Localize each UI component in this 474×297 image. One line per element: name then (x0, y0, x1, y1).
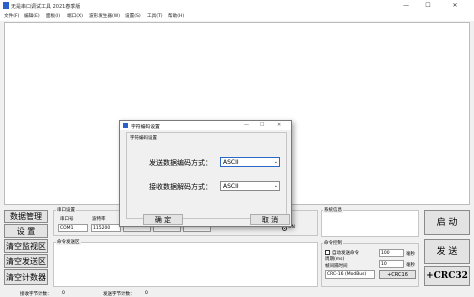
cycle-input[interactable]: 100 (379, 249, 404, 257)
clear-counter-button[interactable]: 清空计数器 (4, 269, 48, 285)
send-button[interactable]: 发 送 (424, 239, 470, 264)
recv-decoding-value: ASCII (223, 183, 239, 190)
crc16-button[interactable]: +CRC16 (379, 270, 416, 279)
menu-panel[interactable]: 面板(I) (46, 13, 60, 19)
menu-edit[interactable]: 编辑(E) (24, 13, 40, 19)
port-select[interactable]: COM1 (58, 224, 88, 232)
serial-settings-label: 串口设置 (56, 207, 76, 213)
send-count-label: 发送字节计数： (103, 292, 135, 297)
send-encoding-select[interactable]: ASCII ⌄ (220, 157, 280, 167)
cycle-value: 100 (381, 251, 390, 256)
recv-decoding-label: 接收数据解码方式： (149, 183, 212, 191)
menu-settings[interactable]: 设置(S) (125, 13, 141, 19)
baud-select[interactable]: 115200 (91, 224, 121, 232)
dialog-close-button[interactable]: ✕ (277, 122, 281, 128)
menu-port[interactable]: 端口(X) (67, 13, 83, 19)
close-button[interactable]: ✕ (440, 0, 470, 12)
window-title: 无是串口调试工具 2021春季版 (11, 4, 81, 10)
minimize-button[interactable]: — (396, 0, 416, 12)
crc32-button[interactable]: +CRC32 (424, 266, 470, 286)
maximize-button[interactable]: ☐ (418, 0, 438, 12)
send-encoding-value: ASCII (223, 159, 239, 166)
frame-value: 10 (381, 262, 387, 267)
frame-input[interactable]: 10 (379, 260, 404, 268)
menu-waveform[interactable]: 波形发生器(W) (89, 13, 120, 19)
clear-monitor-button[interactable]: 清空监视区 (4, 239, 48, 253)
dialog-icon (123, 123, 128, 128)
crc-type-value: CRC-16 (ModBus) (327, 272, 367, 277)
status-bar (0, 289, 474, 297)
send-area[interactable] (53, 242, 318, 287)
dialog-cancel-button[interactable]: 取 消 (250, 214, 290, 225)
baud-label: 波特率 (92, 217, 106, 222)
send-area-label: 命令发送区 (56, 239, 81, 245)
chevron-down-icon: ⌄ (273, 159, 278, 165)
cycle-label: 周期(ms) (325, 257, 345, 262)
auto-send-checkbox[interactable] (325, 250, 330, 255)
encoding-group (126, 132, 287, 219)
command-control-label: 命令控制 (323, 240, 343, 246)
send-count-value: 0 (145, 291, 148, 296)
crc-type-select[interactable]: CRC-16 (ModBus) (325, 270, 375, 279)
system-info-label: 系统信息 (323, 207, 343, 213)
recv-count-label: 接收字节计数： (20, 292, 52, 297)
encoding-group-label: 字符编码设置 (129, 135, 158, 141)
chevron-down-icon: ⌄ (273, 183, 278, 189)
menu-file[interactable]: 文件(F) (4, 13, 19, 19)
app-icon (3, 2, 9, 9)
recv-count-value: 0 (62, 291, 65, 296)
system-info-box (321, 210, 419, 237)
clear-send-button[interactable]: 清空发送区 (4, 254, 48, 268)
start-button[interactable]: 启 动 (424, 210, 470, 235)
dialog-ok-button[interactable]: 确 定 (143, 214, 183, 225)
encoding-dialog: 字符编码设置 — ☐ ✕ 字符编码设置 发送数据编码方式： ASCII ⌄ 接收… (119, 120, 292, 227)
frame-suffix: 毫秒 (406, 263, 415, 268)
dialog-title: 字符编码设置 (131, 125, 160, 130)
port-label: 串口号 (60, 217, 74, 222)
settings-button[interactable]: 设 置 (4, 224, 48, 238)
recv-decoding-select[interactable]: ASCII ⌄ (220, 181, 280, 191)
frame-label: 帧间隔时间 (325, 264, 348, 269)
cycle-suffix: 毫秒 (406, 252, 415, 257)
dialog-minimize-button[interactable]: — (244, 122, 249, 128)
baud-value: 115200 (93, 226, 111, 231)
menu-tools[interactable]: 工具(T) (147, 13, 163, 19)
send-encoding-label: 发送数据编码方式： (149, 159, 212, 167)
data-manage-button[interactable]: 数据管理 (4, 210, 48, 223)
port-value: COM1 (60, 226, 74, 231)
menu-help[interactable]: 帮助(H) (168, 13, 184, 19)
dialog-maximize-button[interactable]: ☐ (260, 122, 264, 128)
